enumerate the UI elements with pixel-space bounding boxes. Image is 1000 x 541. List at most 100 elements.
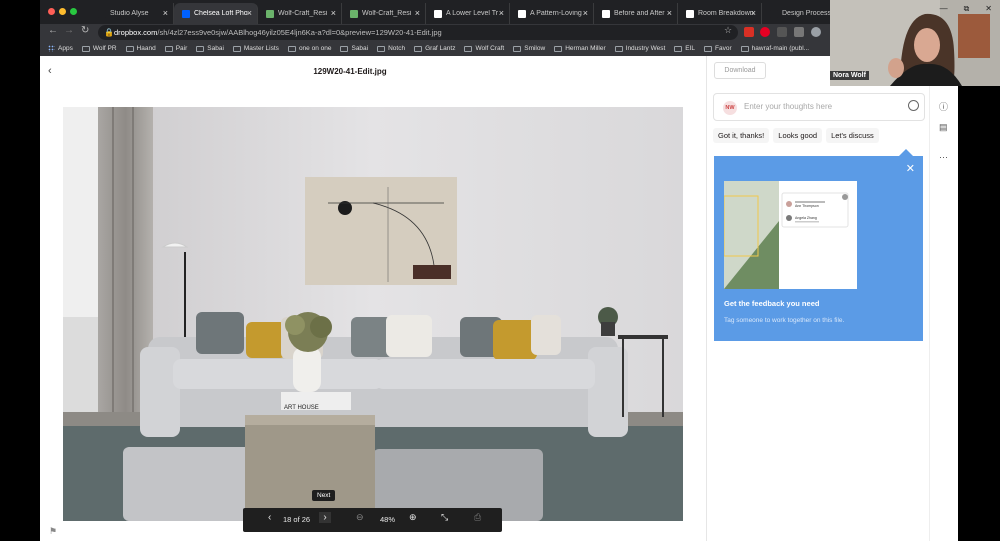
avatar: NW [723, 101, 737, 115]
bookmark-label: Sabai [207, 45, 224, 52]
tab-close-icon[interactable]: × [667, 8, 672, 18]
bookmark-item[interactable]: Sabai [196, 45, 224, 52]
viewer-control-bar: ‹ 18 of 26 › ⊖ 48% ⊕ ⤡ ⎙ [243, 508, 502, 532]
tab-favicon-icon [770, 9, 778, 18]
extension-icon[interactable] [777, 27, 787, 37]
bookmark-item[interactable]: EIL [674, 45, 695, 52]
bookmark-item[interactable]: Favor [704, 45, 732, 52]
bookmarks-bar: Apps Wolf PR Haand Pair Sabai Master Lists one… [40, 41, 830, 56]
comment-input[interactable] [744, 102, 894, 111]
bookmark-star-icon[interactable]: ☆ [724, 25, 732, 36]
bookmark-label: Wolf Craft [475, 45, 505, 52]
download-button[interactable]: Download [714, 62, 766, 79]
bookmark-item[interactable]: hawraf-main (publ... [740, 45, 809, 52]
close-icon[interactable]: ✕ [985, 4, 992, 14]
tab-6[interactable]: Before and After × [594, 3, 678, 24]
bookmark-item[interactable]: Pair [164, 45, 187, 52]
bookmark-label: Favor [715, 45, 732, 52]
emoji-icon[interactable] [908, 100, 919, 111]
profile-avatar-icon[interactable] [811, 27, 821, 37]
dropbox-preview-page: ‹ 129W20-41-Edit.jpg ART HOUSE ⚑ Next ‹ … [40, 56, 958, 541]
extension-icon[interactable] [744, 27, 754, 37]
tab-2[interactable]: Wolf-Craft_Resi × [258, 3, 342, 24]
folder-icon [740, 45, 749, 52]
bookmark-item[interactable]: Master Lists [232, 45, 279, 52]
zoom-window-button[interactable] [70, 8, 77, 15]
minimize-icon[interactable]: — [940, 4, 948, 14]
close-icon[interactable]: ✕ [906, 162, 915, 175]
folder-icon [377, 45, 386, 52]
forward-arrow-icon[interactable]: → [64, 25, 74, 36]
back-arrow-icon[interactable]: ← [48, 25, 58, 36]
mock-name-1: Ann Thompson [795, 204, 819, 208]
tab-close-icon[interactable]: × [583, 8, 588, 18]
bookmark-label: Smilow [524, 45, 546, 52]
tab-title: Wolf-Craft_Resi [278, 10, 328, 17]
living-room-photo: ART HOUSE [63, 107, 683, 521]
zoom-in-icon[interactable]: ⊕ [409, 512, 417, 523]
bookmark-item[interactable]: Industry West [614, 45, 666, 52]
bookmark-item[interactable]: Graf Lantz [414, 45, 455, 52]
bookmark-item[interactable]: Haand [125, 45, 156, 52]
sidebar-icon-rail: ⓘ ▤ ⋯ [929, 56, 958, 541]
pinterest-icon[interactable] [760, 27, 770, 37]
tab-close-icon[interactable]: × [163, 8, 168, 18]
folder-icon [614, 45, 623, 52]
bookmark-item[interactable]: Herman Miller [554, 45, 606, 52]
tab-1[interactable]: Chelsea Loft Pho × [174, 3, 258, 24]
folder-icon [704, 45, 713, 52]
tab-close-icon[interactable]: × [415, 8, 420, 18]
bookmark-item[interactable]: Sabai [340, 45, 368, 52]
participant-name: Nora Wolf [830, 71, 869, 80]
quick-reply-looks-good[interactable]: Looks good [773, 128, 823, 143]
tab-close-icon[interactable]: × [499, 8, 504, 18]
folder-icon [232, 45, 241, 52]
tab-title: Studio Alyse [110, 10, 149, 17]
browser-tab-bar: Studio Alyse × Chelsea Loft Pho × Wolf-Craft… [40, 0, 846, 24]
tab-3[interactable]: Wolf-Craft_Resi × [342, 3, 426, 24]
folder-icon [81, 45, 90, 52]
print-icon[interactable]: ⎙ [474, 512, 481, 523]
bookmark-label: EIL [685, 45, 696, 52]
tab-5[interactable]: A Pattern-Loving × [510, 3, 594, 24]
next-chevron-icon[interactable]: › [319, 512, 331, 523]
quick-reply-lets-discuss[interactable]: Let's discuss [826, 128, 879, 143]
tab-4[interactable]: A Lower Level Tr × [426, 3, 510, 24]
close-window-button[interactable] [48, 8, 55, 15]
restore-icon[interactable]: ⧉ [964, 4, 970, 14]
more-options-icon[interactable]: ⋯ [939, 152, 948, 163]
tab-favicon-icon [434, 9, 442, 18]
reload-icon[interactable]: ↻ [81, 25, 89, 36]
comment-sidebar: Download NW Got it, thanks! Looks good L… [706, 56, 929, 541]
bookmark-item[interactable]: Smilow [513, 45, 545, 52]
bookmark-item[interactable]: Apps [48, 45, 73, 52]
comment-icon[interactable]: ▤ [939, 122, 948, 133]
info-icon[interactable]: ⓘ [939, 100, 948, 113]
previous-chevron-icon[interactable]: ‹ [268, 512, 271, 523]
quick-reply-got-it[interactable]: Got it, thanks! [713, 128, 770, 143]
extension-icon[interactable] [794, 27, 804, 37]
tab-close-icon[interactable]: × [751, 8, 756, 18]
apps-grid-icon [48, 45, 55, 52]
tab-close-icon[interactable]: × [247, 8, 252, 18]
zoom-out-icon[interactable]: ⊖ [356, 512, 364, 523]
folder-icon [513, 45, 522, 52]
fullscreen-icon[interactable]: ⤡ [441, 512, 448, 523]
preview-image: ART HOUSE [63, 107, 683, 521]
tab-close-icon[interactable]: × [331, 8, 336, 18]
minimize-window-button[interactable] [59, 8, 66, 15]
bookmark-label: Notch [388, 45, 406, 52]
tab-favicon-icon [518, 9, 526, 18]
report-flag-icon[interactable]: ⚑ [49, 526, 57, 537]
folder-icon [340, 45, 349, 52]
bookmark-item[interactable]: one on one [287, 45, 331, 52]
tab-7[interactable]: Room Breakdown × [678, 3, 762, 24]
address-bar[interactable]: 🔒 dropbox.com/sh/4zl27ess9ve0sjw/AABlhog… [98, 25, 738, 40]
bookmark-item[interactable]: Wolf Craft [464, 45, 504, 52]
page-indicator: 18 of 26 [283, 515, 311, 524]
bookmark-item[interactable]: Notch [377, 45, 405, 52]
promo-subtitle: Tag someone to work together on this fil… [724, 317, 845, 324]
tab-0[interactable]: Studio Alyse × [90, 3, 174, 24]
bookmark-item[interactable]: Wolf PR [81, 45, 117, 52]
bookmark-label: Industry West [625, 45, 666, 52]
